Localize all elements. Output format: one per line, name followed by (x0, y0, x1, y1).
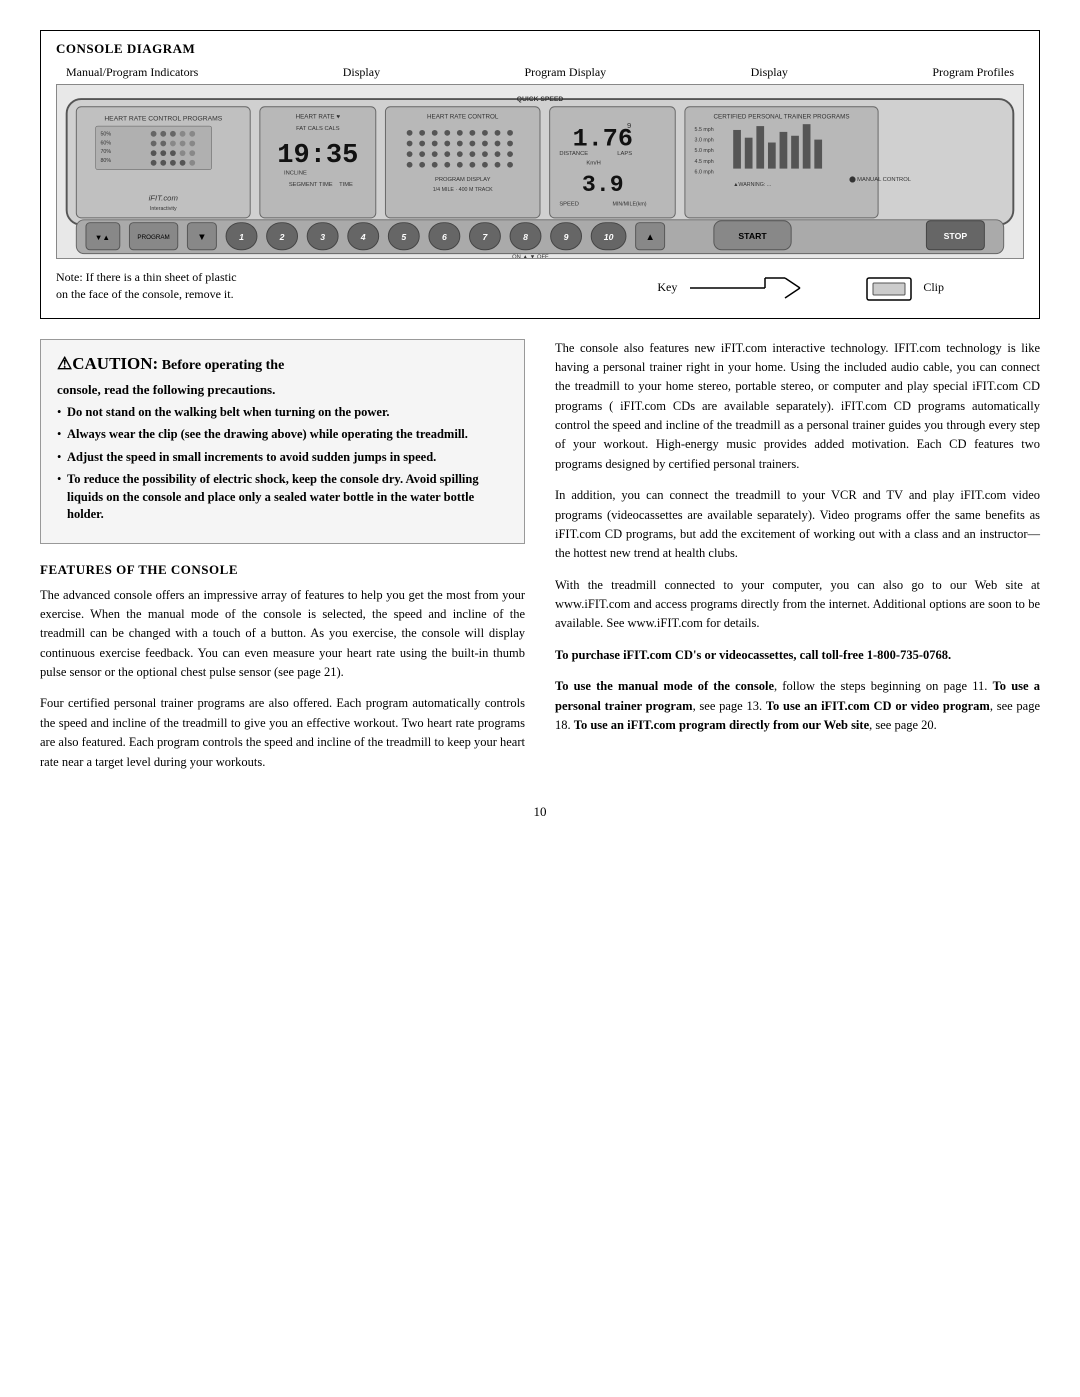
right-para-1: The console also features new iFIT.com i… (555, 339, 1040, 475)
svg-text:50%: 50% (100, 132, 111, 138)
svg-text:6: 6 (442, 232, 447, 242)
svg-text:3.0 mph: 3.0 mph (695, 138, 714, 144)
svg-text:1: 1 (239, 232, 244, 242)
svg-text:60%: 60% (100, 140, 111, 146)
label-manual-program: Manual/Program Indicators (66, 65, 198, 80)
clip-area: Clip (865, 273, 944, 303)
svg-text:HEART RATE ♥: HEART RATE ♥ (296, 113, 341, 120)
svg-text:Km/H: Km/H (586, 161, 600, 167)
svg-text:TIME: TIME (339, 182, 353, 188)
svg-text:3.9: 3.9 (582, 172, 624, 198)
svg-text:▲: ▲ (645, 232, 655, 243)
svg-text:3: 3 (320, 232, 325, 242)
clip-icon (865, 273, 915, 303)
svg-text:SEGMENT TIME: SEGMENT TIME (289, 182, 333, 188)
svg-text:QUICK SPEED: QUICK SPEED (517, 96, 564, 103)
svg-text:STOP: STOP (944, 231, 968, 241)
svg-text:2: 2 (279, 232, 285, 242)
svg-text:4.5 mph: 4.5 mph (695, 159, 714, 165)
key-area: Key (657, 273, 805, 303)
svg-text:▼: ▼ (197, 232, 207, 243)
svg-text:⬤ MANUAL CONTROL: ⬤ MANUAL CONTROL (849, 176, 912, 183)
console-diagram-title: CONSOLE DIAGRAM (56, 41, 1024, 57)
diagram-labels-row: Manual/Program Indicators Display Progra… (56, 65, 1024, 80)
svg-text:PROGRAM: PROGRAM (137, 234, 169, 241)
right-para-3: With the treadmill connected to your com… (555, 576, 1040, 634)
console-image: HEART RATE CONTROL PROGRAMS 50% 60% 70% … (56, 84, 1024, 259)
caution-bold-line: console, read the following precautions. (57, 382, 508, 398)
svg-text:9: 9 (564, 232, 569, 242)
svg-text:6.0 mph: 6.0 mph (695, 169, 714, 175)
label-program-display: Program Display (525, 65, 607, 80)
svg-text:10: 10 (604, 232, 614, 242)
console-diagram-section: CONSOLE DIAGRAM Manual/Program Indicator… (40, 30, 1040, 319)
svg-text:1.76: 1.76 (573, 124, 633, 153)
console-svg: HEART RATE CONTROL PROGRAMS 50% 60% 70% … (57, 85, 1023, 258)
note-key-clip-row: Note: If there is a thin sheet of plasti… (56, 265, 1024, 303)
right-para-2: In addition, you can connect the treadmi… (555, 486, 1040, 564)
caution-bullet-3: Adjust the speed in small increments to … (57, 449, 508, 467)
console-note: Note: If there is a thin sheet of plasti… (56, 269, 237, 303)
svg-text:INCLINE: INCLINE (284, 170, 307, 176)
features-para-1: The advanced console offers an impressiv… (40, 586, 525, 683)
svg-text:PROGRAM DISPLAY: PROGRAM DISPLAY (435, 177, 491, 183)
page-number: 10 (40, 804, 1040, 820)
svg-text:80%: 80% (100, 158, 111, 164)
caution-bullets: Do not stand on the walking belt when tu… (57, 404, 508, 524)
label-display-left: Display (343, 65, 380, 80)
svg-text:CERTIFIED PERSONAL TRAINER PRO: CERTIFIED PERSONAL TRAINER PROGRAMS (713, 113, 849, 120)
svg-text:ON ▲ ▼ OFF: ON ▲ ▼ OFF (512, 254, 549, 258)
svg-text:DISTANCE: DISTANCE (559, 151, 588, 157)
svg-text:19:35: 19:35 (277, 140, 358, 171)
caution-rest: Before operating the (162, 358, 285, 373)
svg-text:5.5 mph: 5.5 mph (695, 127, 714, 133)
left-column: ⚠CAUTION: Before operating the console, … (40, 339, 525, 784)
label-display-right: Display (751, 65, 788, 80)
label-program-profiles: Program Profiles (932, 65, 1014, 80)
caution-bullet-2: Always wear the clip (see the drawing ab… (57, 426, 508, 444)
svg-text:4: 4 (360, 232, 366, 242)
svg-text:▲WARNING: ...: ▲WARNING: ... (733, 182, 771, 188)
svg-text:▼▲: ▼▲ (95, 233, 110, 242)
svg-text:1/4 MILE · 400 M TRACK: 1/4 MILE · 400 M TRACK (433, 187, 493, 193)
svg-text:9: 9 (627, 121, 631, 130)
svg-text:5.0 mph: 5.0 mph (695, 148, 714, 154)
svg-text:Interactivity: Interactivity (150, 206, 177, 212)
svg-text:HEART RATE CONTROL PROGRAMS: HEART RATE CONTROL PROGRAMS (104, 115, 222, 122)
svg-text:iFIT.com: iFIT.com (149, 193, 179, 202)
svg-text:START: START (738, 231, 767, 241)
caution-bullet-4: To reduce the possibility of electric sh… (57, 471, 508, 524)
purchase-line: To purchase iFIT.com CD's or videocasset… (555, 646, 1040, 665)
manual-mode-para: To use the manual mode of the console, f… (555, 677, 1040, 735)
features-title: FEATURES OF THE CONSOLE (40, 562, 525, 578)
svg-text:HEART RATE CONTROL: HEART RATE CONTROL (427, 113, 499, 120)
svg-text:FAT CALS CALS: FAT CALS CALS (296, 126, 340, 132)
features-para-2: Four certified personal trainer programs… (40, 694, 525, 772)
caution-warning-word: ⚠CAUTION: (57, 354, 158, 373)
caution-box: ⚠CAUTION: Before operating the console, … (40, 339, 525, 544)
right-column: The console also features new iFIT.com i… (555, 339, 1040, 784)
main-content: ⚠CAUTION: Before operating the console, … (40, 339, 1040, 784)
svg-text:MIN/MILE(km): MIN/MILE(km) (612, 201, 646, 207)
svg-text:5: 5 (401, 232, 406, 242)
svg-text:LAPS: LAPS (617, 151, 632, 157)
svg-text:8: 8 (523, 232, 528, 242)
caution-title: ⚠CAUTION: Before operating the (57, 354, 508, 374)
key-icon (685, 273, 805, 303)
svg-text:SPEED: SPEED (559, 201, 579, 207)
caution-bullet-1: Do not stand on the walking belt when tu… (57, 404, 508, 422)
svg-text:70%: 70% (100, 149, 111, 155)
